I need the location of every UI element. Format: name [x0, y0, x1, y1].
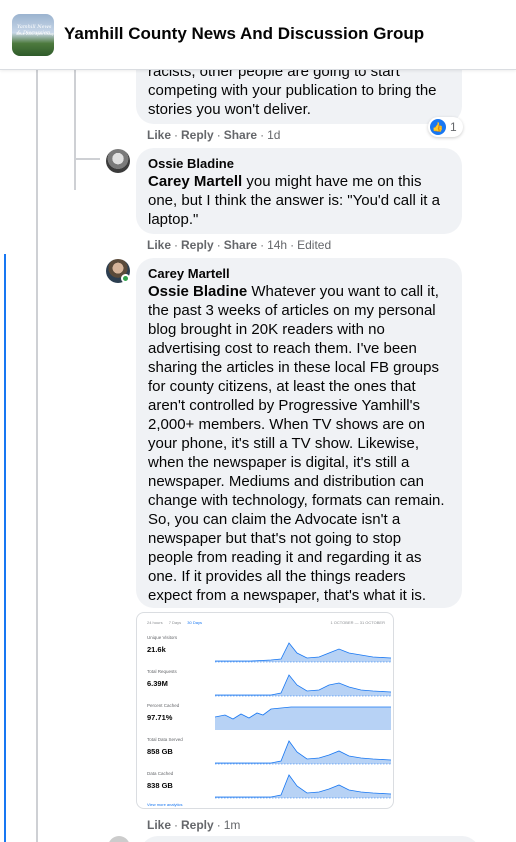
- metric-sparkline: [214, 706, 391, 730]
- tab-24-hours: 24 hours: [147, 620, 163, 625]
- thread-line-inner: [74, 70, 76, 190]
- thread-connector: [74, 158, 100, 160]
- comment-text: racists, other people are going to start…: [148, 63, 437, 118]
- tab-7-days: 7 Days: [168, 620, 182, 625]
- share-link[interactable]: Share: [224, 238, 257, 252]
- metric-value: 838 GB: [147, 781, 173, 790]
- metric-value: 97.71%: [147, 713, 173, 722]
- metric-sparkline: [215, 774, 392, 799]
- metric-value: 21.6k: [147, 645, 166, 654]
- comment-bubble-next: [140, 836, 480, 842]
- metric-sparkline: [215, 674, 392, 697]
- reply-link[interactable]: Reply: [181, 238, 214, 252]
- metric-percent-cached: Percent Cached 97.71%: [147, 699, 391, 733]
- avatar[interactable]: [106, 149, 130, 173]
- mention-link[interactable]: Carey Martell: [148, 173, 242, 190]
- metric-sparkline: [215, 740, 392, 765]
- timestamp[interactable]: 1m: [224, 818, 241, 832]
- comment-author[interactable]: Ossie Bladine: [148, 156, 450, 172]
- share-link[interactable]: Share: [224, 128, 257, 142]
- group-avatar[interactable]: Yamhill News & Discussion Since 2009 Ope…: [12, 14, 54, 56]
- tab-30-days: 30 Days: [187, 620, 202, 625]
- analytics-date-range: 1 OCTOBER — 31 OCTOBER: [330, 620, 385, 625]
- metric-total-requests: Total Requests 6.39M: [147, 665, 392, 699]
- comment-actions-1: Like · Reply · Share · 1d: [147, 128, 281, 142]
- metric-label: Unique Visitors: [147, 635, 178, 640]
- edited-label[interactable]: Edited: [297, 238, 331, 252]
- like-link[interactable]: Like: [147, 128, 171, 142]
- group-header: Yamhill News & Discussion Since 2009 Ope…: [0, 0, 516, 70]
- timestamp[interactable]: 14h: [267, 238, 287, 252]
- comment-text: Whatever you want to call it, the past 3…: [148, 283, 445, 604]
- metric-data-cached: Data Cached 838 GB: [147, 767, 392, 801]
- timestamp[interactable]: 1d: [267, 128, 280, 142]
- metric-total-data-served: Total Data Served 858 GB: [147, 733, 392, 767]
- comment-bubble-2: Ossie Bladine Carey Martell you might ha…: [136, 148, 462, 234]
- metric-unique-visitors: Unique Visitors 21.6k: [147, 631, 392, 665]
- group-title[interactable]: Yamhill County News And Discussion Group: [64, 24, 424, 44]
- reply-link[interactable]: Reply: [181, 128, 214, 142]
- mention-link[interactable]: Ossie Bladine: [148, 283, 247, 300]
- view-more-analytics-link: View more analytics: [147, 802, 183, 807]
- comment-actions-2: Like · Reply · Share · 14h · Edited: [147, 238, 332, 252]
- metric-label: Total Requests: [147, 669, 177, 674]
- metric-sparkline: [215, 642, 392, 663]
- like-link[interactable]: Like: [147, 818, 171, 832]
- comment-author[interactable]: Carey Martell: [148, 266, 450, 282]
- analytics-tabs: 24 hours 7 Days 30 Days: [147, 620, 207, 625]
- thread-line-active: [4, 254, 6, 842]
- thread-line-outer: [36, 70, 38, 842]
- avatar[interactable]: [108, 836, 130, 842]
- metric-label: Data Cached: [147, 771, 174, 776]
- metric-value: 858 GB: [147, 747, 173, 756]
- metric-label: Total Data Served: [147, 737, 183, 742]
- metric-label: Percent Cached: [147, 703, 180, 708]
- comment-bubble-3: Carey Martell Ossie Bladine Whatever you…: [136, 258, 462, 608]
- like-link[interactable]: Like: [147, 238, 171, 252]
- metric-value: 6.39M: [147, 679, 168, 688]
- reaction-badge[interactable]: 👍 1: [428, 117, 463, 137]
- attached-analytics-image[interactable]: 24 hours 7 Days 30 Days 1 OCTOBER — 31 O…: [136, 612, 394, 809]
- group-avatar-line2: Since 2009 Open Group: [16, 32, 54, 36]
- comment-actions-3: Like · Reply · 1m: [147, 818, 241, 832]
- thumbs-up-icon: 👍: [430, 119, 446, 135]
- online-status-dot: [121, 274, 130, 283]
- reply-link[interactable]: Reply: [181, 818, 214, 832]
- reaction-count: 1: [450, 120, 457, 134]
